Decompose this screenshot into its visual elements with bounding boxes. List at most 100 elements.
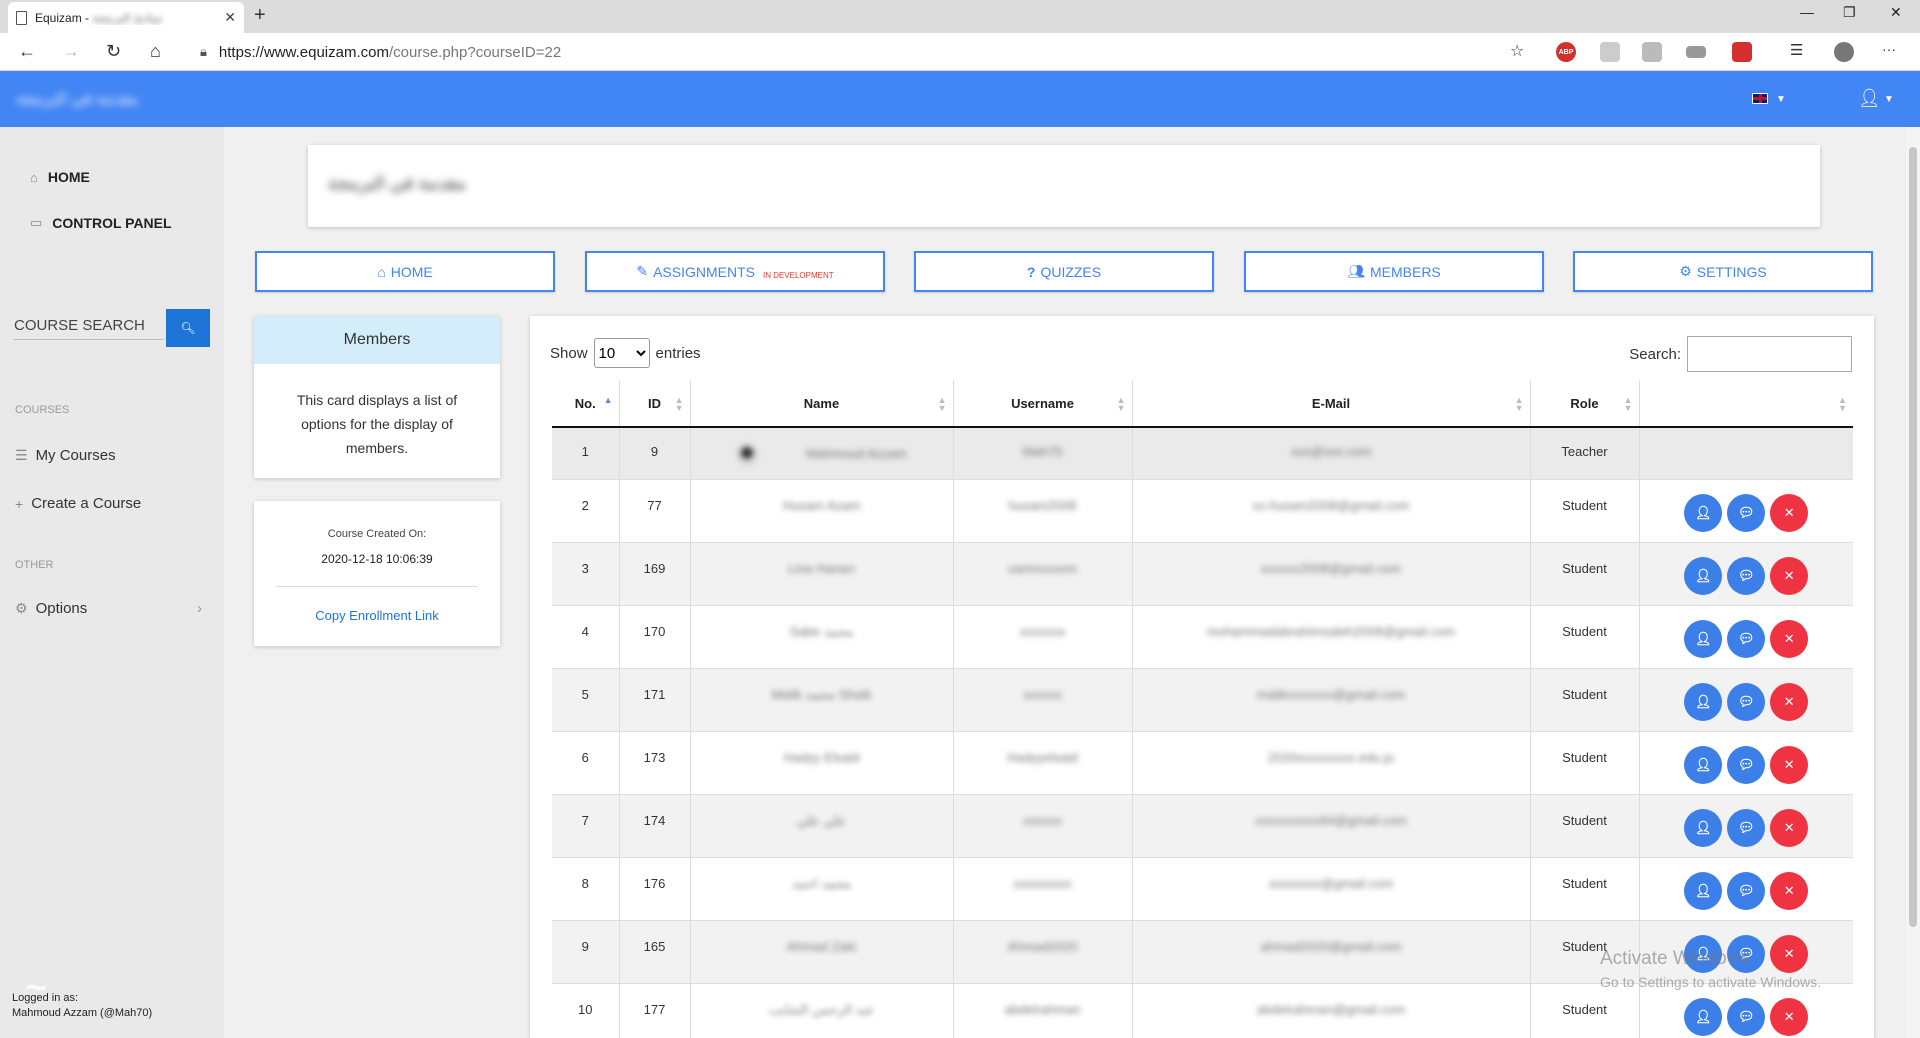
remove-member-button[interactable]: ✕	[1770, 745, 1809, 784]
search-button[interactable]: 🔍︎	[166, 309, 210, 347]
remove-member-button[interactable]: ✕	[1770, 808, 1809, 847]
cell-name: Sabe محمد	[690, 605, 954, 669]
sidebar-link-home[interactable]: ⌂ HOME	[30, 169, 90, 185]
view-profile-button[interactable]: 👤︎	[1684, 619, 1723, 658]
vr-icon[interactable]	[1686, 46, 1706, 58]
address-bar[interactable]: 🔒︎ https://www.equizam.com/course.php?co…	[200, 39, 1530, 65]
column-header-actions[interactable]: ▲ ▼	[1639, 380, 1853, 428]
cell-no: 1	[552, 427, 620, 480]
close-tab-icon[interactable]: ✕	[224, 9, 236, 26]
adblock-icon[interactable]: ABP	[1556, 42, 1576, 62]
sort-icon: ▲ ▼	[674, 395, 684, 413]
star-icon[interactable]: ☆	[1510, 41, 1524, 61]
remove-member-button[interactable]: ✕	[1770, 997, 1809, 1036]
url-path: /course.php?courseID=22	[388, 43, 562, 61]
sort-icon: ▲ ▼	[937, 395, 947, 413]
column-header-name[interactable]: Name ▲ ▼	[690, 380, 954, 428]
column-header-username[interactable]: Username ▲ ▼	[953, 380, 1133, 428]
cell-name: Mahmoud Azzam	[690, 427, 954, 480]
user-icon[interactable]: 👤︎	[1858, 88, 1881, 109]
nav-quizzes-button[interactable]: ? QUIZZES	[914, 251, 1214, 292]
brand-title[interactable]: مقدمة في البرمجة	[16, 89, 139, 109]
remove-member-button[interactable]: ✕	[1770, 871, 1809, 910]
gear-icon: ⚙	[1679, 263, 1692, 279]
pdf-icon[interactable]	[1732, 42, 1752, 62]
remove-member-button[interactable]: ✕	[1770, 682, 1809, 721]
remove-member-button[interactable]: ✕	[1770, 556, 1809, 595]
new-tab-icon[interactable]: +	[254, 4, 266, 27]
page-icon	[16, 10, 27, 25]
favorites-icon[interactable]: ☰	[1790, 41, 1803, 59]
sidebar-item-my-courses[interactable]: ☰ My Courses	[15, 447, 116, 464]
cell-role: Student	[1530, 731, 1640, 795]
members-table: No. ▲ ID ▲ ▼ Name ▲ ▼ Username ▲ ▼ E-Mail ▲ ▼ Rol…	[552, 380, 1853, 1038]
sidebar-item-options[interactable]: ⚙ Options ›	[15, 600, 215, 617]
view-profile-button[interactable]: 👤︎	[1684, 997, 1723, 1036]
view-profile-button[interactable]: 👤︎	[1684, 556, 1723, 595]
view-profile-button[interactable]: 👤︎	[1684, 493, 1723, 532]
message-button[interactable]: 💬︎	[1727, 682, 1766, 721]
message-button[interactable]: 💬︎	[1727, 493, 1766, 532]
view-profile-button[interactable]: 👤︎	[1684, 871, 1723, 910]
home-icon[interactable]: ⌂	[150, 41, 161, 62]
uk-flag-icon[interactable]	[1752, 93, 1768, 104]
entries-select[interactable]: 10	[593, 338, 650, 368]
nav-assignments-button[interactable]: ✎ ASSIGNMENTS IN DEVELOPMENT	[585, 251, 885, 292]
nav-home-button[interactable]: ⌂ HOME	[255, 251, 555, 292]
close-window-icon[interactable]: ✕	[1890, 4, 1902, 21]
panel-icon: ▭	[30, 215, 43, 230]
cell-role: Student	[1530, 542, 1640, 606]
page-scrollbar[interactable]	[1906, 127, 1920, 1038]
column-header-email[interactable]: E-Mail ▲ ▼	[1132, 380, 1531, 428]
copy-enrollment-link[interactable]: Copy Enrollment Link	[254, 608, 500, 623]
entries-length-control: Show 10 entries	[550, 338, 701, 368]
lock-icon: 🔒︎	[200, 44, 207, 59]
cell-no: 8	[552, 857, 620, 921]
extension-icon[interactable]	[1642, 42, 1662, 62]
sidebar-link-control-panel[interactable]: ▭ CONTROL PANEL	[30, 215, 172, 231]
browser-tab[interactable]: Equizam - مبادئ البرمجة ✕	[8, 2, 244, 33]
chevron-down-icon[interactable]: ▼	[1884, 94, 1894, 105]
cell-name: محمد احمد	[690, 857, 954, 921]
column-header-id[interactable]: ID ▲ ▼	[619, 380, 691, 428]
view-profile-button[interactable]: 👤︎	[1684, 682, 1723, 721]
message-button[interactable]: 💬︎	[1727, 808, 1766, 847]
back-icon[interactable]: ←	[18, 41, 36, 62]
cell-email: xxxxxx2008@gmail.com	[1132, 542, 1531, 606]
message-button[interactable]: 💬︎	[1727, 619, 1766, 658]
question-icon: ?	[1026, 263, 1036, 280]
profile-icon[interactable]	[1834, 42, 1854, 62]
table-search-input[interactable]	[1687, 336, 1852, 372]
cell-username: xxxxxxx	[953, 605, 1133, 669]
column-header-no[interactable]: No. ▲	[552, 380, 620, 428]
course-search-input[interactable]: COURSE SEARCH	[14, 312, 164, 340]
view-profile-button[interactable]: 👤︎	[1684, 745, 1723, 784]
cell-no: 6	[552, 731, 620, 795]
created-value: 2020-12-18 10:06:39	[321, 552, 433, 566]
message-button[interactable]: 💬︎	[1727, 745, 1766, 784]
message-button[interactable]: 💬︎	[1727, 871, 1766, 910]
more-icon[interactable]: ···	[1882, 41, 1896, 57]
cell-name: عبد الرحمن الشايب	[690, 983, 954, 1038]
nav-settings-button[interactable]: ⚙ SETTINGS	[1573, 251, 1873, 292]
chevron-down-icon[interactable]: ▼	[1776, 94, 1786, 105]
message-button[interactable]: 💬︎	[1727, 556, 1766, 595]
cell-id: 177	[619, 983, 691, 1038]
refresh-icon[interactable]: ↻	[106, 41, 121, 62]
sidebar-item-create-course[interactable]: + Create a Course	[15, 495, 141, 512]
message-button[interactable]: 💬︎	[1727, 997, 1766, 1036]
column-header-role[interactable]: Role ▲ ▼	[1530, 380, 1640, 428]
restore-icon[interactable]: ❐	[1843, 4, 1856, 21]
scrollbar-thumb[interactable]	[1909, 147, 1917, 927]
cell-role: Student	[1530, 479, 1640, 543]
minimize-icon[interactable]: —	[1800, 4, 1814, 20]
cell-username: Ahmad2020	[953, 920, 1133, 984]
view-profile-button[interactable]: 👤︎	[1684, 808, 1723, 847]
forward-icon[interactable]: →	[62, 41, 80, 62]
cell-email: xx.husam2008@gmail.com	[1132, 479, 1531, 543]
cell-id: 165	[619, 920, 691, 984]
nav-members-button[interactable]: 👥︎ MEMBERS	[1244, 251, 1544, 292]
remove-member-button[interactable]: ✕	[1770, 619, 1809, 658]
remove-member-button[interactable]: ✕	[1770, 493, 1809, 532]
shield-icon[interactable]	[1600, 42, 1620, 62]
